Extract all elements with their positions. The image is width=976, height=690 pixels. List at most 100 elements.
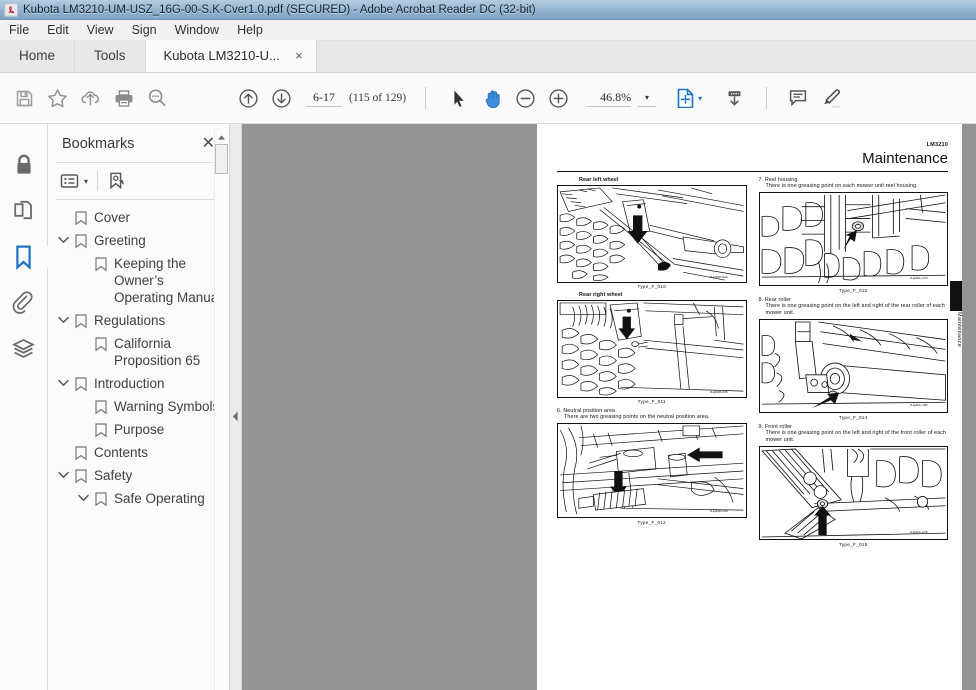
- rear-roller-greasing-point: 8-kj321-180: [761, 321, 946, 409]
- figure-number: 8-kj321-175: [910, 530, 928, 534]
- sidebar-item-page-thumbnails[interactable]: [0, 188, 47, 234]
- close-icon[interactable]: ✕: [202, 136, 215, 152]
- chevron-down-icon[interactable]: [54, 312, 72, 324]
- page-number-input[interactable]: [306, 89, 342, 107]
- sidebar-item-security[interactable]: [0, 142, 47, 188]
- bookmark-item[interactable]: Warning Symbols: [48, 395, 229, 418]
- bookmark-item[interactable]: Purpose: [48, 418, 229, 441]
- toolbar-divider-2: [766, 87, 768, 109]
- bookmark-icon: [72, 312, 90, 329]
- sidebar-item-bookmarks[interactable]: [0, 234, 55, 280]
- item-number: 6.: [557, 408, 562, 414]
- menu-help[interactable]: Help: [228, 20, 272, 41]
- previous-page-button[interactable]: [232, 78, 265, 118]
- menu-file[interactable]: File: [0, 20, 38, 41]
- figure-front-roller: 8-kj321-175: [758, 446, 948, 541]
- twisty-placeholder: [74, 421, 92, 425]
- page-thumbnails-icon: [12, 199, 35, 223]
- select-tool-button[interactable]: [443, 78, 476, 118]
- page-columns: Rear left wheel 8-kj328-030 Type_F_010 R…: [557, 177, 948, 690]
- main-body: Bookmarks ✕ ▾ Cover Greeting Keeping the…: [0, 124, 976, 690]
- bookmarks-tree: Cover Greeting Keeping the Owner’s Operati…: [48, 200, 229, 690]
- menu-edit[interactable]: Edit: [38, 20, 78, 41]
- bookmark-options-button[interactable]: ▾: [60, 173, 88, 189]
- page-heading: Maintenance: [862, 150, 948, 167]
- bookmark-item[interactable]: Safe Operating: [48, 487, 229, 510]
- chevron-down-icon[interactable]: [54, 375, 72, 387]
- sidebar-item-attachments[interactable]: [0, 280, 47, 326]
- bookmark-item[interactable]: Cover: [48, 206, 229, 229]
- document-viewport[interactable]: LM3210 Maintenance Rear left wheel 8-kj3…: [242, 124, 976, 690]
- new-bookmark-button[interactable]: [107, 171, 127, 191]
- bookmark-icon: [92, 398, 110, 415]
- close-icon[interactable]: ×: [292, 40, 306, 72]
- twisty-placeholder: [74, 255, 92, 259]
- chevron-down-icon[interactable]: [54, 232, 72, 244]
- arrow-up-circle-icon: [238, 88, 259, 109]
- hand-tool-button[interactable]: [476, 78, 509, 118]
- bookmarks-panel: Bookmarks ✕ ▾ Cover Greeting Keeping the…: [48, 124, 230, 690]
- bookmark-item-label: California Proposition 65: [114, 336, 201, 368]
- tab-home[interactable]: Home: [0, 40, 76, 72]
- highlight-text-button[interactable]: [814, 78, 847, 118]
- bookmark-icon: [92, 490, 110, 507]
- bookmark-icon: [72, 209, 90, 226]
- bookmarks-scrollbar[interactable]: [214, 130, 228, 690]
- upload-to-cloud-button[interactable]: [74, 78, 107, 118]
- item-title: Rear roller: [764, 296, 792, 303]
- menu-view[interactable]: View: [78, 20, 123, 41]
- twisty-placeholder: [74, 335, 92, 339]
- bookmarks-panel-header: Bookmarks ✕: [48, 124, 229, 162]
- scroll-up-arrow-icon[interactable]: [215, 130, 227, 144]
- new-bookmark-icon: [107, 171, 127, 191]
- chevron-down-icon[interactable]: ▾: [638, 89, 657, 107]
- printer-icon: [114, 89, 134, 108]
- bookmark-item[interactable]: Regulations: [48, 309, 229, 332]
- bookmark-item[interactable]: Introduction: [48, 372, 229, 395]
- fit-page-button[interactable]: [673, 78, 697, 118]
- bookmark-item[interactable]: Contents: [48, 441, 229, 464]
- bookmark-item[interactable]: Greeting: [48, 229, 229, 252]
- bookmarks-toolbar: ▾: [48, 163, 229, 199]
- figure-reel-housing: 8-kj321-170: [758, 192, 948, 287]
- page-left-column: Rear left wheel 8-kj328-030 Type_F_010 R…: [557, 177, 747, 690]
- find-text-button[interactable]: [140, 78, 173, 118]
- bookmark-item[interactable]: California Proposition 65: [48, 332, 229, 372]
- add-to-favorites-button[interactable]: [41, 78, 74, 118]
- chevron-down-icon[interactable]: [74, 490, 92, 502]
- menu-window[interactable]: Window: [166, 20, 228, 41]
- figure-subtitle: Rear right wheel: [579, 292, 623, 298]
- page-right-column: 7. Reel housing There is one greasing po…: [758, 177, 948, 690]
- download-button[interactable]: [718, 78, 751, 118]
- sidebar-item-layers[interactable]: [0, 326, 47, 372]
- hand-icon: [483, 88, 503, 109]
- figure-neutral-position-area: 8-kj328-230: [557, 423, 747, 519]
- scrollbar-thumb[interactable]: [215, 144, 228, 174]
- chevron-down-icon[interactable]: ▾: [84, 177, 88, 186]
- print-button[interactable]: [107, 78, 140, 118]
- chevron-down-icon[interactable]: ▾: [698, 94, 702, 103]
- tab-tools[interactable]: Tools: [75, 40, 146, 72]
- item-body: There is one greasing point on each mowe…: [765, 183, 918, 189]
- zoom-level-input[interactable]: [587, 89, 632, 107]
- arrow-down-circle-icon: [271, 88, 292, 109]
- layers-icon: [11, 337, 36, 361]
- cloud-upload-icon: [80, 88, 101, 108]
- collapse-sidebar-button[interactable]: [230, 124, 242, 690]
- menu-sign[interactable]: Sign: [123, 20, 166, 41]
- save-button[interactable]: [8, 78, 41, 118]
- zoom-in-button[interactable]: [542, 78, 575, 118]
- chevron-down-icon[interactable]: [54, 467, 72, 479]
- next-page-button[interactable]: [265, 78, 298, 118]
- bookmark-item[interactable]: Keeping the Owner’s Operating Manual: [48, 252, 229, 309]
- figure-number: 8-kj321-180: [910, 403, 928, 407]
- pdf-page[interactable]: LM3210 Maintenance Rear left wheel 8-kj3…: [537, 124, 962, 690]
- comment-bubble-icon: [788, 88, 808, 108]
- add-comment-button[interactable]: [781, 78, 814, 118]
- menubar: File Edit View Sign Window Help: [0, 20, 976, 41]
- divider: [97, 171, 99, 191]
- bookmark-item[interactable]: Safety: [48, 464, 229, 487]
- tab-document[interactable]: Kubota LM3210-U... ×: [145, 40, 317, 72]
- zoom-out-button[interactable]: [509, 78, 542, 118]
- reel-housing-greasing-point: 8-kj321-170: [761, 194, 945, 284]
